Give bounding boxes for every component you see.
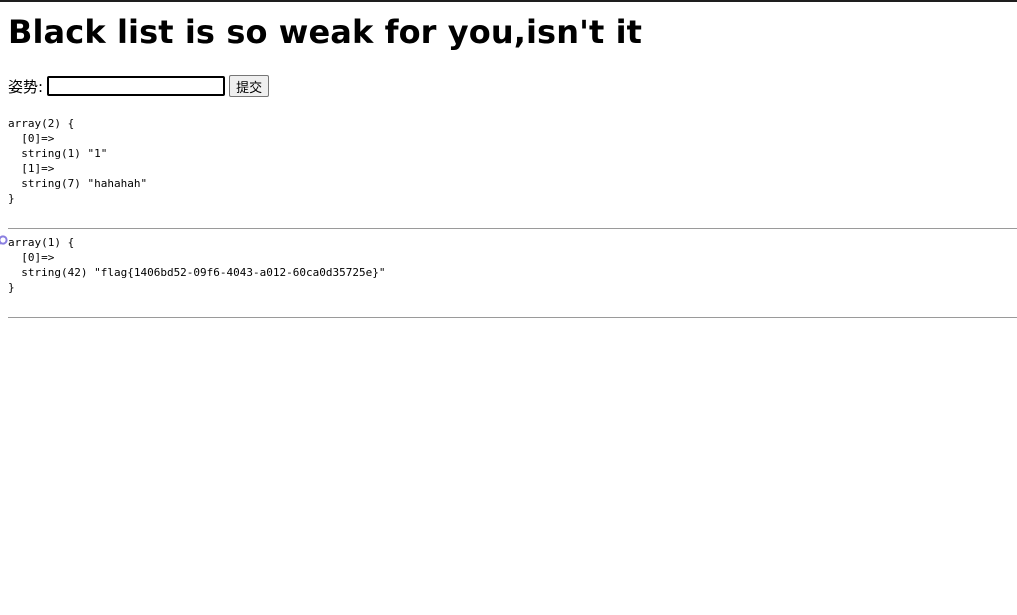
- divider: [8, 228, 1017, 229]
- page-title: Black list is so weak for you,isn't it: [8, 13, 643, 51]
- submit-button[interactable]: 提交: [229, 75, 270, 97]
- flag-output-block: array(1) { [0]=> string(42) "flag{1406bd…: [0, 235, 1017, 295]
- divider: [8, 317, 1017, 318]
- form-label: 姿势:: [8, 77, 44, 96]
- var-dump-output: array(2) { [0]=> string(1) "1" [1]=> str…: [8, 117, 148, 205]
- query-form: 姿势: 提交: [8, 74, 1017, 98]
- query-input[interactable]: [47, 76, 226, 96]
- flag-dump-output: array(1) { [0]=> string(42) "flag{1406bd…: [8, 236, 386, 294]
- page-body: Black list is so weak for you,isn't it 姿…: [0, 0, 1017, 318]
